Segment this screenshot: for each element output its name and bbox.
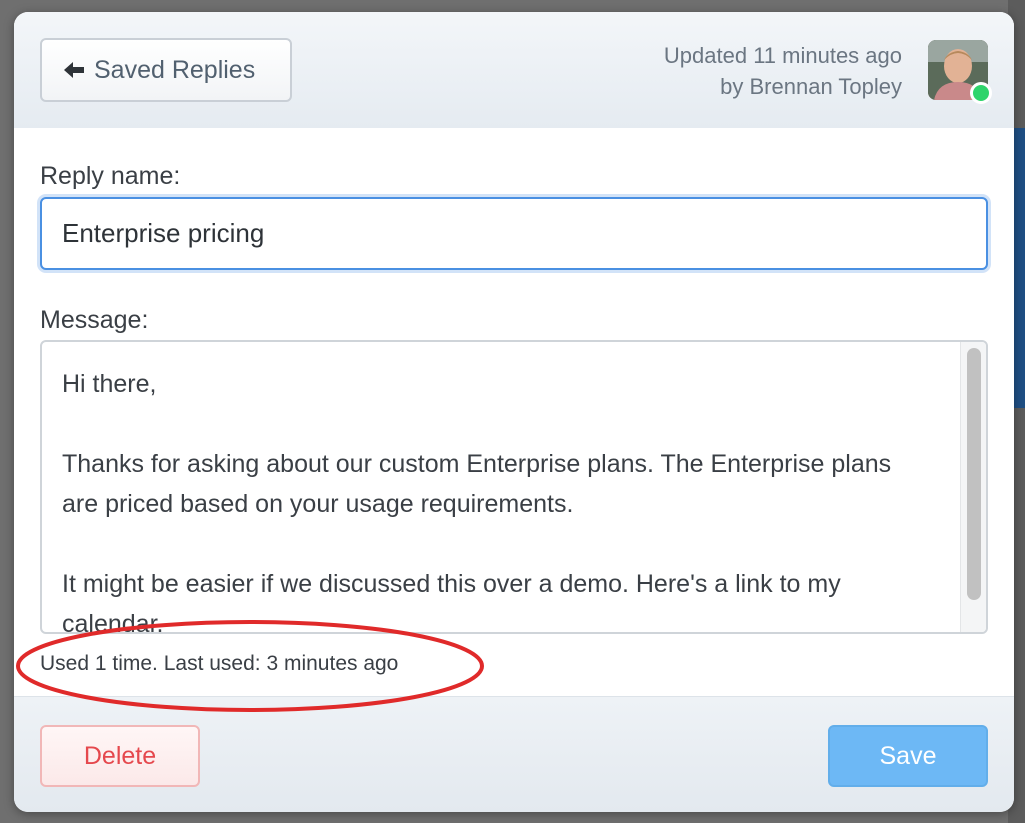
reply-name-label: Reply name: <box>40 162 181 190</box>
message-paragraph: It might be easier if we discussed this … <box>62 570 841 634</box>
back-button-label: Saved Replies <box>94 55 256 84</box>
online-status-dot <box>970 82 992 104</box>
message-label: Message: <box>40 306 149 334</box>
scrollbar-thumb[interactable] <box>967 348 981 600</box>
saved-reply-editor-modal: Saved Replies Updated 11 minutes ago by … <box>14 12 1014 812</box>
back-to-saved-replies-button[interactable]: Saved Replies <box>40 38 292 102</box>
message-paragraph: Thanks for asking about our custom Enter… <box>62 450 892 518</box>
arrow-left-icon <box>64 62 84 78</box>
message-scrollbar[interactable] <box>960 342 986 632</box>
delete-button[interactable]: Delete <box>40 725 200 787</box>
message-paragraph: Hi there, <box>62 370 157 398</box>
message-text: Hi there, Thanks for asking about our cu… <box>62 364 932 634</box>
updated-by: by Brennan Topley <box>720 74 902 99</box>
usage-info: Used 1 time. Last used: 3 minutes ago <box>40 652 399 675</box>
updated-time: Updated 11 minutes ago <box>663 43 902 68</box>
reply-name-input[interactable] <box>40 197 988 270</box>
modal-header: Saved Replies Updated 11 minutes ago by … <box>14 12 1014 128</box>
save-button[interactable]: Save <box>828 725 988 787</box>
modal-footer: Delete Save <box>14 696 1014 812</box>
message-textarea[interactable]: Hi there, Thanks for asking about our cu… <box>40 340 988 634</box>
updated-info: Updated 11 minutes ago by Brennan Topley <box>664 40 902 102</box>
